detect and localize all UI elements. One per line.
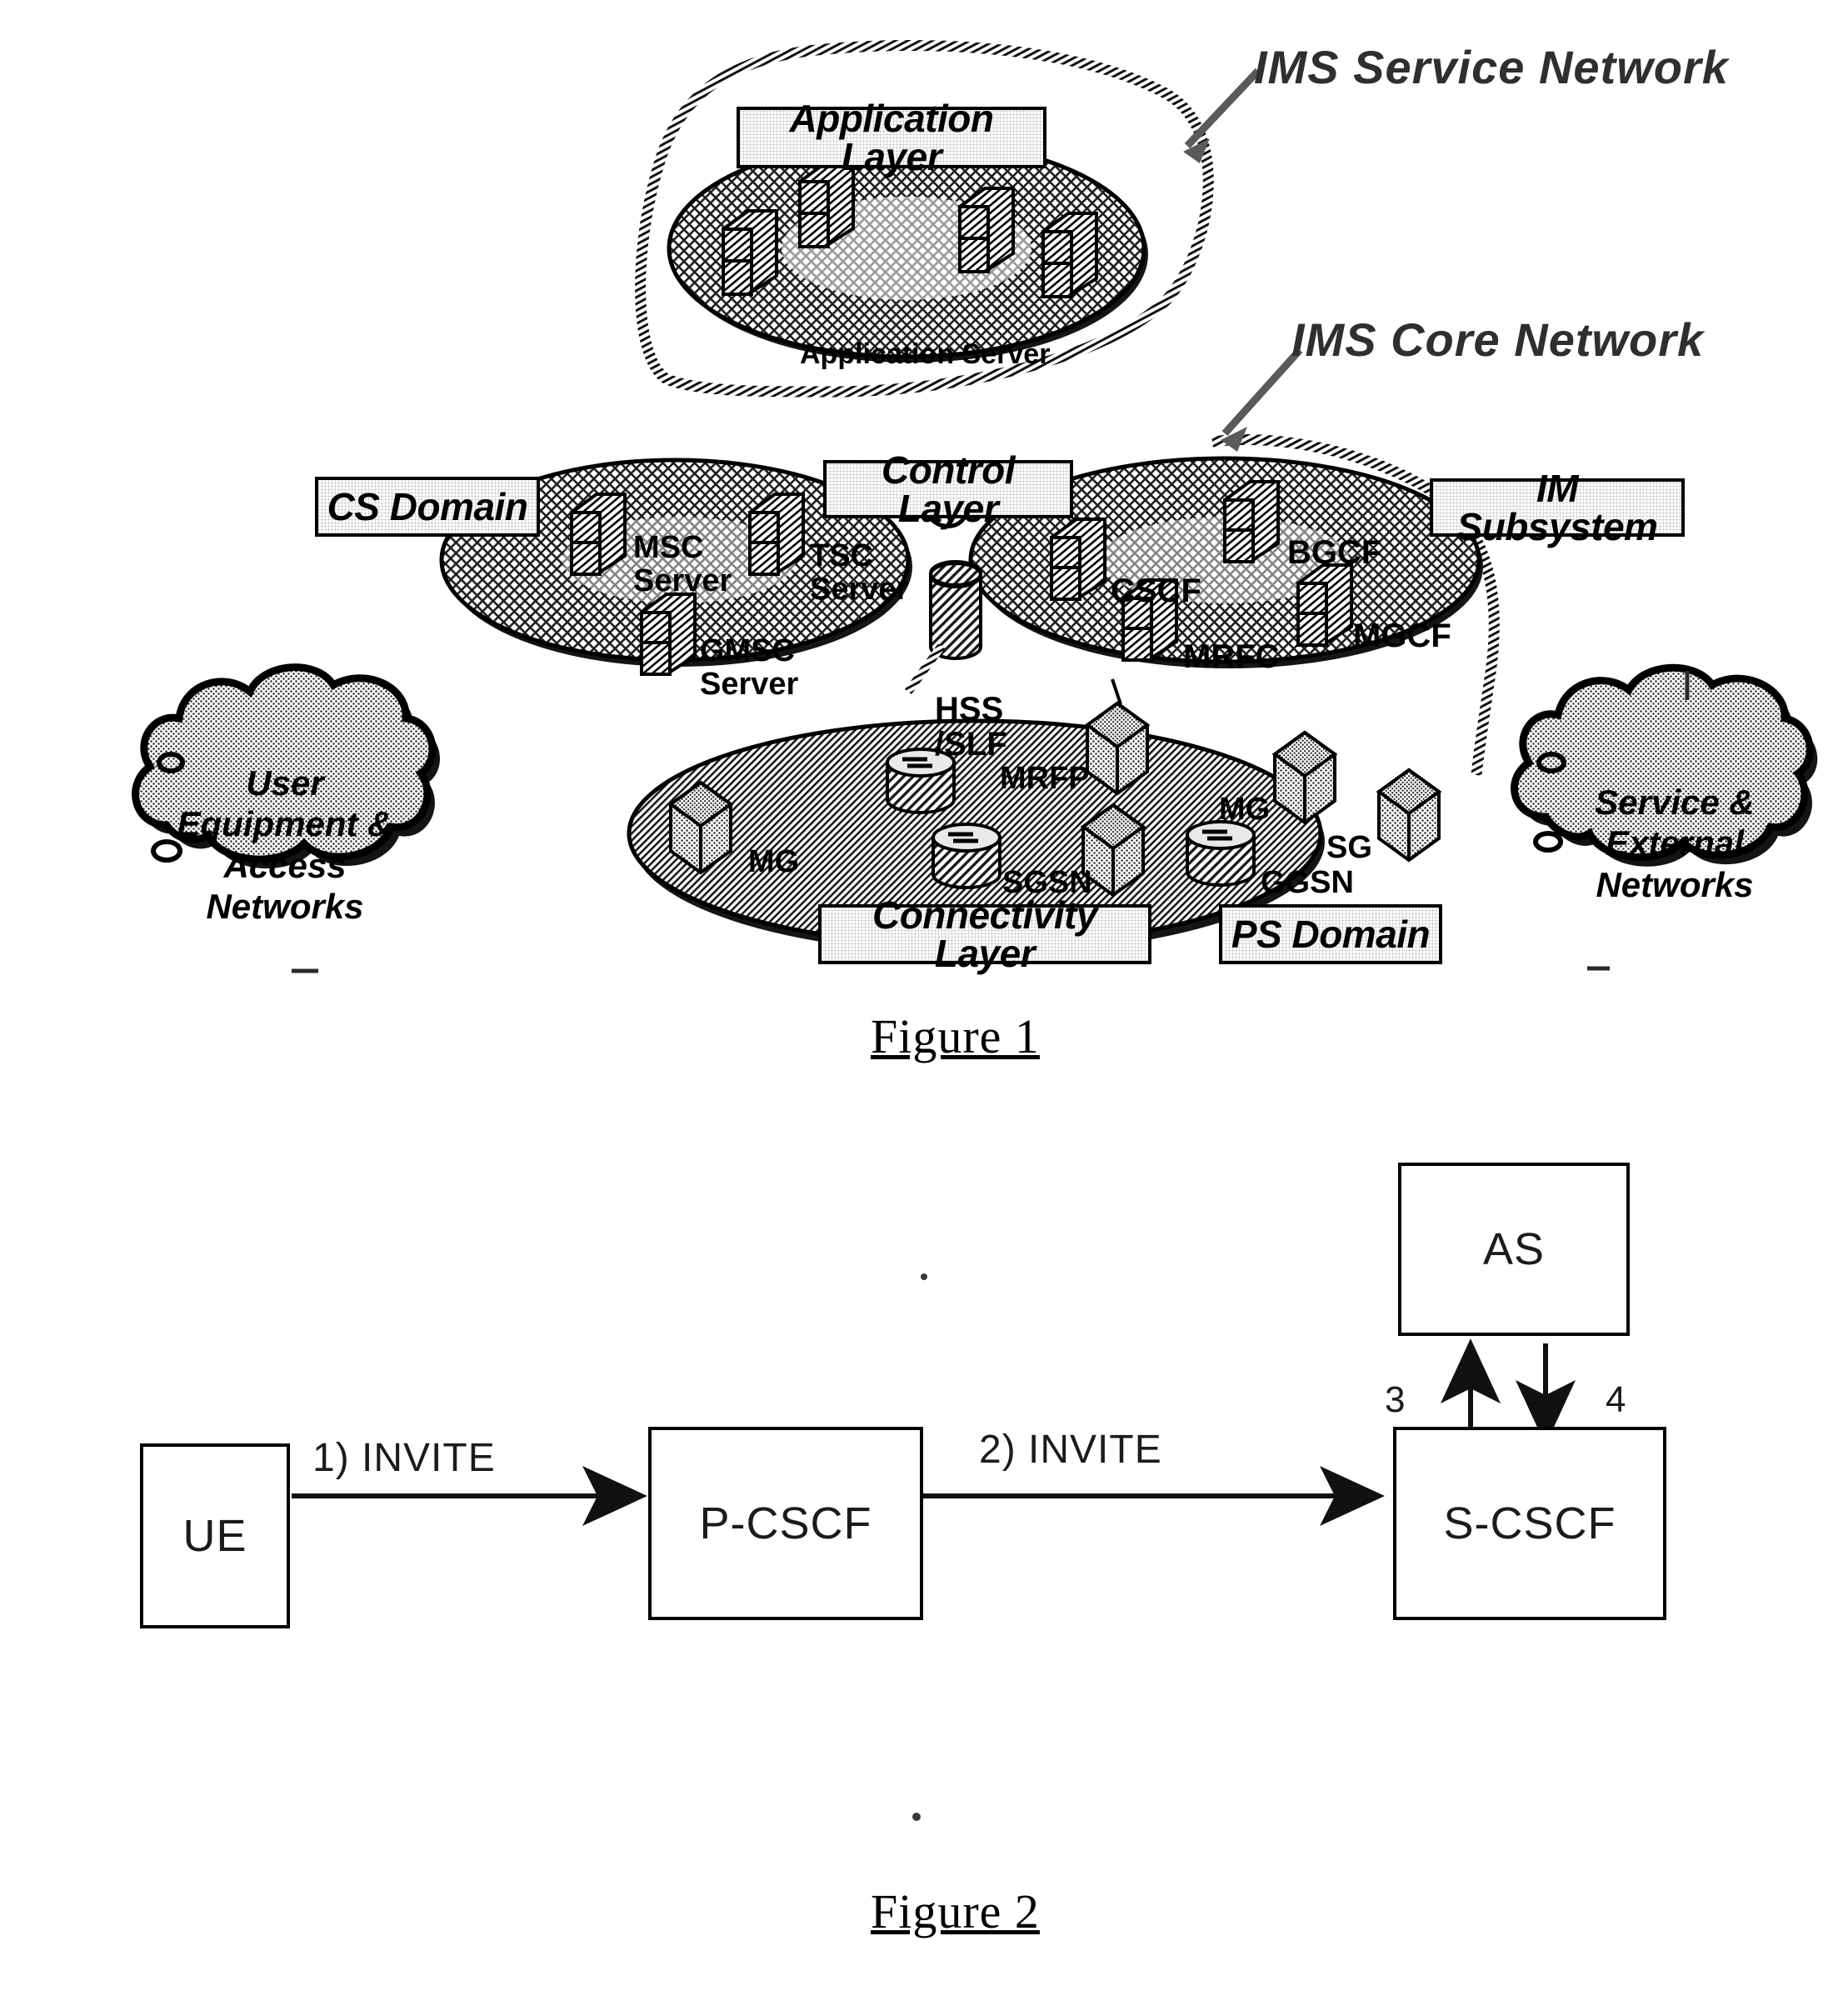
- label-mg-left-text: MG: [748, 843, 800, 879]
- label-mrfc-text: MRFC: [1183, 638, 1280, 675]
- mrfp-leader-line: [1111, 678, 1122, 705]
- box-ue-label: UE: [182, 1511, 247, 1561]
- label-mgcf-text: MGCF: [1353, 618, 1451, 654]
- box-s-cscf: S-CSCF: [1393, 1427, 1666, 1620]
- label-step-4-text: 4: [1606, 1379, 1626, 1420]
- figure-1: IMS Service Network IMS Core Network App…: [0, 0, 1848, 1100]
- plate-application-layer: Application Layer: [737, 99, 1046, 176]
- label-tsc-server-text: TSC Server: [810, 538, 909, 607]
- label-step-4: 4: [1606, 1379, 1626, 1421]
- figure-2-caption: Figure 2: [871, 1883, 1040, 1939]
- figure-2: UE P-CSCF S-CSCF AS 1) INVITE 2) INVITE …: [0, 1163, 1848, 2006]
- callout-arrows: [1183, 68, 1303, 452]
- plate-ps-domain: PS Domain: [1219, 904, 1442, 964]
- label-sgsn: SGSN: [1002, 833, 1092, 900]
- label-mgcf: MGCF: [1353, 583, 1451, 653]
- label-bgcf-text: BGCF: [1287, 534, 1382, 571]
- label-step-3-text: 3: [1385, 1379, 1406, 1420]
- label-service-external-networks: Service & External Networks: [1558, 740, 1791, 905]
- box-s-cscf-label: S-CSCF: [1443, 1498, 1616, 1548]
- label-user-equipment-access-networks-text: User Equipment & Access Networks: [177, 763, 393, 927]
- label-ggsn-text: GGSN: [1261, 864, 1354, 900]
- plate-connectivity-layer: Connectivity Layer: [818, 896, 1151, 973]
- plate-cs-domain-text: CS Domain: [327, 485, 528, 528]
- label-mrfp: MRFP: [1000, 729, 1090, 796]
- label-msc-server: MSC Server: [633, 498, 732, 598]
- label-sgsn-text: SGSN: [1002, 864, 1092, 900]
- figure-1-caption-text: Figure 1: [871, 1009, 1040, 1063]
- label-step-3: 3: [1385, 1379, 1405, 1421]
- callout-ims-service-network: IMS Service Network: [1254, 40, 1729, 94]
- label-step-1-text: 1) INVITE: [312, 1436, 496, 1480]
- label-msc-server-text: MSC Server: [633, 529, 732, 598]
- label-hss-slf-text: HSS /SLF: [935, 691, 1007, 763]
- plate-im-subsystem-text: IM Subsystem: [1456, 467, 1658, 548]
- plate-im-subsystem: IM Subsystem: [1430, 469, 1685, 546]
- label-gmsc-server: GMSC Server: [700, 602, 798, 702]
- label-mg-right-text: MG: [1219, 791, 1271, 827]
- label-step-2: 2) INVITE: [979, 1427, 1162, 1473]
- label-user-equipment-access-networks: User Equipment & Access Networks: [177, 721, 393, 928]
- box-as: AS: [1398, 1163, 1630, 1336]
- plate-ps-domain-text: PS Domain: [1231, 913, 1431, 956]
- label-step-2-text: 2) INVITE: [979, 1428, 1162, 1472]
- label-bgcf: BGCF: [1287, 500, 1381, 570]
- label-tsc-server: TSC Server: [810, 507, 908, 607]
- box-as-label: AS: [1482, 1224, 1546, 1274]
- label-mrfp-text: MRFP: [1000, 760, 1090, 796]
- label-step-1: 1) INVITE: [312, 1435, 496, 1481]
- plate-application-layer-text: Application Layer: [789, 97, 994, 178]
- label-application-server-text: Application Server: [800, 338, 1051, 370]
- plate-connectivity-layer-text: Connectivity Layer: [872, 893, 1098, 975]
- label-service-external-networks-text: Service & External Networks: [1595, 782, 1755, 904]
- callout-ims-core-network: IMS Core Network: [1291, 313, 1704, 367]
- label-mg-right: MG: [1219, 760, 1270, 827]
- callout-ims-core-network-text: IMS Core Network: [1291, 313, 1705, 366]
- label-application-server: Application Server: [800, 310, 1050, 369]
- label-ggsn: GGSN: [1261, 833, 1354, 900]
- plate-cs-domain: CS Domain: [315, 477, 540, 537]
- figure-1-caption: Figure 1: [871, 1008, 1040, 1064]
- label-cscf: CSCF: [1111, 538, 1201, 608]
- box-p-cscf: P-CSCF: [648, 1427, 923, 1620]
- label-gmsc-server-text: GMSC Server: [700, 633, 799, 702]
- label-mrfc: MRFC: [1183, 604, 1280, 674]
- figure-2-caption-text: Figure 2: [871, 1884, 1040, 1938]
- box-p-cscf-label: P-CSCF: [699, 1498, 872, 1548]
- callout-ims-service-network-text: IMS Service Network: [1254, 41, 1729, 93]
- box-ue: UE: [140, 1443, 290, 1628]
- label-hss-slf: HSS /SLF: [935, 657, 1007, 762]
- label-mg-left: MG: [748, 813, 799, 879]
